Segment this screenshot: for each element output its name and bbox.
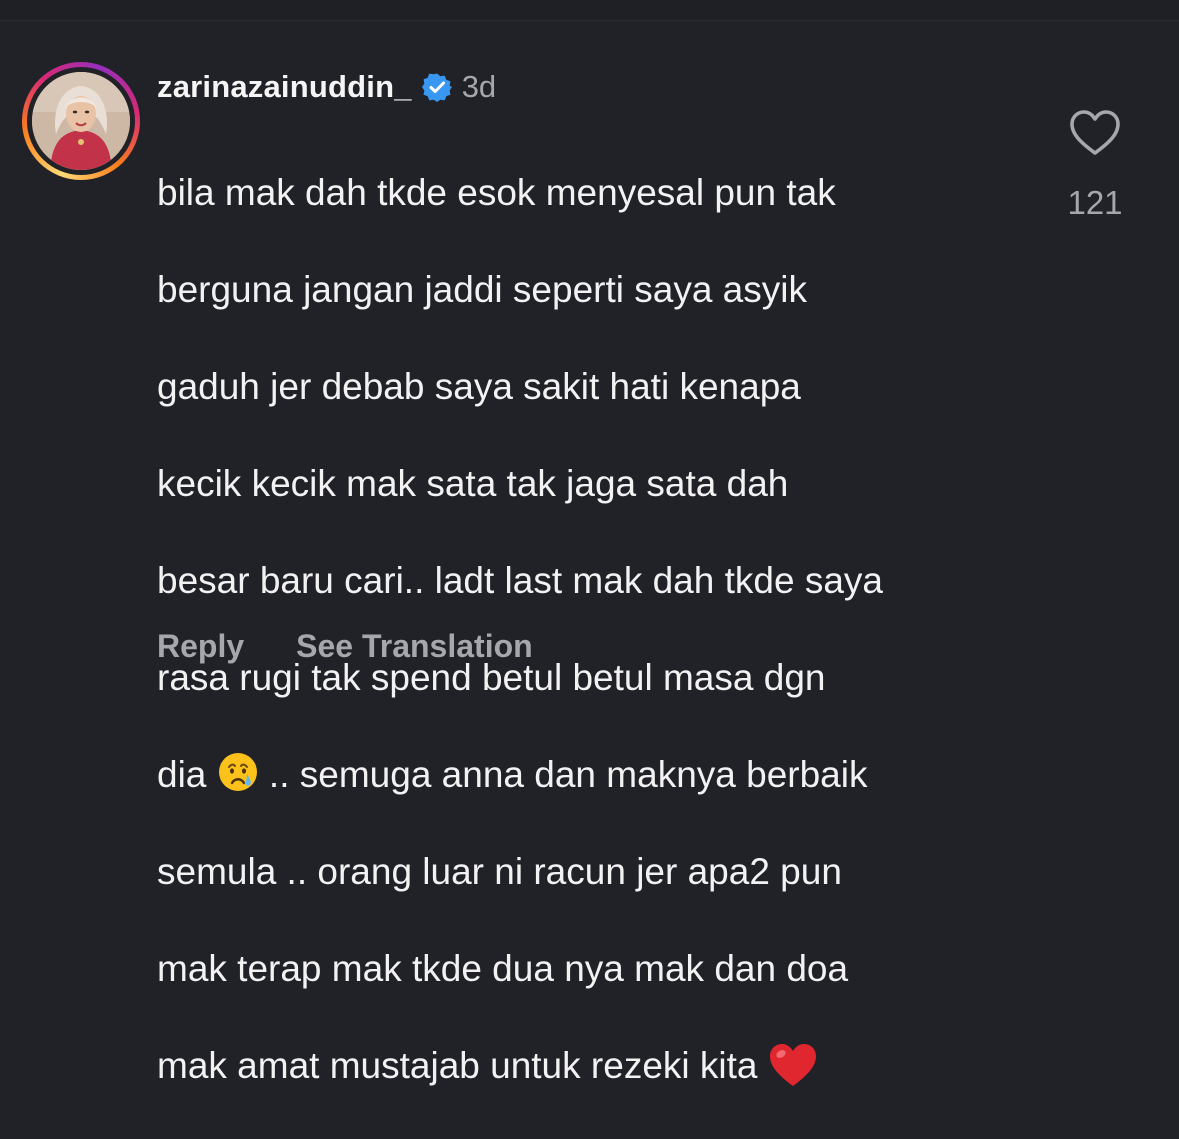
like-button[interactable] — [1068, 108, 1122, 158]
reply-button[interactable]: Reply — [157, 628, 244, 665]
avatar-image — [32, 72, 130, 170]
avatar[interactable] — [32, 72, 130, 170]
comment-header: zarinazainuddin_ 3d — [157, 66, 496, 108]
see-translation-button[interactable]: See Translation — [296, 628, 533, 665]
comment-line: mak terap mak tkde dua nya mak dan doa — [157, 947, 849, 989]
comment-text-segment: dia — [157, 753, 217, 795]
comment-text-segment: .. semuga anna dan maknya berbaik — [258, 753, 868, 795]
comment-line: kecik kecik mak sata tak jaga sata dah — [157, 462, 789, 504]
red-heart-icon — [768, 1042, 818, 1088]
comment-item: zarinazainuddin_ 3d bila mak dah tkde es… — [0, 0, 1179, 1086]
comment-actions: Reply See Translation — [157, 624, 533, 668]
like-count: 121 — [1067, 184, 1123, 221]
verified-badge-icon — [421, 72, 452, 102]
comment-line: bila mak dah tkde esok menyesal pun tak — [157, 171, 836, 213]
crying-face-icon — [217, 751, 259, 793]
comment-line: besar baru cari.. ladt last mak dah tkde… — [157, 559, 883, 601]
comment-line: berguna jangan jaddi seperti saya asyik — [157, 268, 807, 310]
comment-timestamp: 3d — [461, 69, 497, 104]
comment-line: dia .. semuga anna dan maknya berbaik — [157, 751, 1037, 800]
comment-text-segment: mak amat mustajab untuk rezeki kita — [157, 1044, 768, 1086]
heart-outline-icon — [1068, 110, 1122, 162]
avatar-story-ring[interactable] — [22, 62, 140, 180]
comment-line: mak amat mustajab untuk rezeki kita — [157, 1042, 1037, 1091]
comment-line: gaduh jer debab saya sakit hati kenapa — [157, 365, 801, 407]
username[interactable]: zarinazainuddin_ — [157, 69, 412, 105]
comment-line: semula .. orang luar ni racun jer apa2 p… — [157, 850, 842, 892]
